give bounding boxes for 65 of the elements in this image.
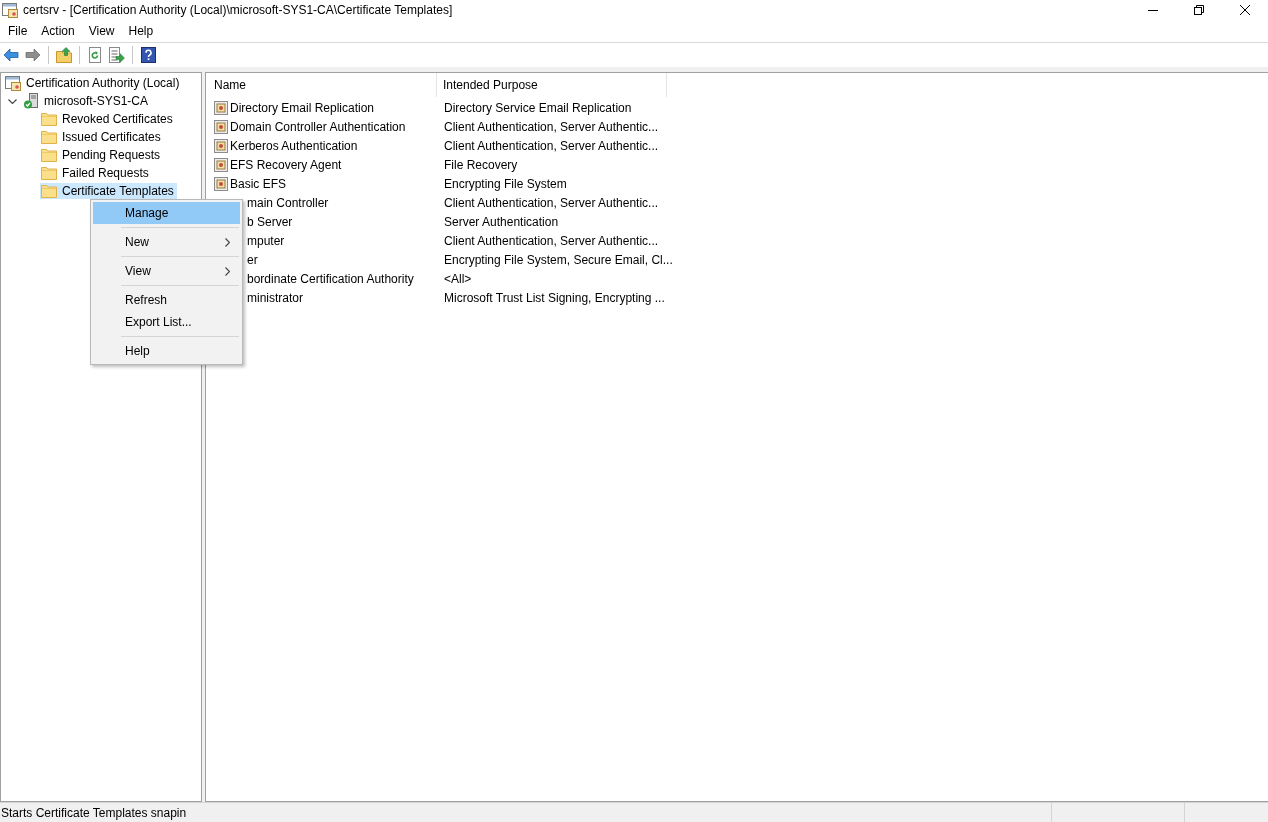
table-cell-text: File Recovery — [444, 156, 518, 174]
window-certificate-icon — [2, 2, 18, 18]
list-item[interactable]: Directory Email Replication — [214, 99, 375, 116]
help-icon — [140, 47, 156, 63]
folder-icon — [41, 111, 57, 127]
list-item[interactable]: er — [247, 251, 258, 268]
menu-item[interactable]: File — [1, 20, 35, 42]
refresh-icon — [87, 47, 103, 63]
status-text: Starts Certificate Templates snapin — [0, 804, 187, 822]
menu-item[interactable]: Action — [34, 20, 82, 42]
column-header[interactable]: Intended Purpose — [437, 73, 667, 97]
folder-icon — [41, 165, 57, 181]
folder-icon — [41, 129, 57, 145]
menu-item[interactable]: Export List... — [93, 311, 240, 333]
list-item[interactable]: main Controller — [247, 194, 329, 211]
folder-arrow-icon — [56, 47, 72, 63]
table-cell-text: Client Authentication, Server Authentic... — [444, 194, 659, 212]
menu-item[interactable]: View — [93, 260, 240, 282]
folder-icon — [41, 183, 57, 199]
window-title: certsrv - [Certification Authority (Local)\microsoft-SYS1-CA\Certificate Templates] — [23, 2, 453, 19]
tree-item[interactable]: Certification Authority (Local) — [4, 75, 183, 91]
certificate-icon — [214, 100, 228, 115]
menu-item[interactable]: Refresh — [93, 289, 240, 311]
menu-item[interactable]: View — [81, 20, 122, 42]
table-cell-text: Directory Service Email Replication — [444, 99, 632, 117]
table-cell-text: Encrypting File System, Secure Email, Cl... — [444, 251, 673, 269]
list-item[interactable]: bordinate Certification Authority — [247, 270, 414, 287]
list-item[interactable]: EFS Recovery Agent — [214, 156, 342, 173]
restore-icon — [1194, 5, 1204, 15]
console-certificate-icon — [5, 75, 21, 91]
list-item[interactable]: ministrator — [247, 289, 303, 306]
tree-item[interactable]: Revoked Certificates — [40, 111, 176, 127]
table-cell-text: Server Authentication — [444, 213, 559, 231]
list-item[interactable]: Basic EFS — [214, 175, 286, 192]
table-cell-text: Microsoft Trust List Signing, Encrypting ... — [444, 289, 665, 307]
list-item[interactable]: Domain Controller Authentication — [214, 118, 406, 135]
folder-icon — [41, 147, 57, 163]
menu-item[interactable]: New — [93, 231, 240, 253]
table-cell-text: <All> — [444, 270, 472, 288]
menu-item[interactable]: Help — [121, 20, 161, 42]
column-header[interactable]: Name — [206, 73, 437, 97]
tree-item[interactable]: Failed Requests — [40, 165, 152, 181]
up-button[interactable] — [53, 44, 75, 66]
menu-item[interactable]: Manage — [93, 202, 240, 224]
tree-item[interactable]: Certificate Templates — [40, 183, 177, 199]
menu-item[interactable]: Help — [93, 340, 240, 362]
certificate-icon — [214, 157, 228, 172]
list-item[interactable]: Kerberos Authentication — [214, 137, 358, 154]
certificate-icon — [214, 119, 228, 134]
tree-item[interactable]: microsoft-SYS1-CA — [22, 93, 152, 109]
tree-item[interactable]: Pending Requests — [40, 147, 164, 163]
minimize-icon — [1148, 9, 1158, 11]
tree-item[interactable]: Issued Certificates — [40, 129, 164, 145]
list-item[interactable]: b Server — [247, 213, 293, 230]
list-export-icon — [109, 47, 125, 63]
certificate-icon — [214, 176, 228, 191]
server-check-icon — [23, 93, 39, 109]
certificate-icon — [214, 138, 228, 153]
close-icon — [1240, 5, 1250, 15]
table-cell-text: Encrypting File System — [444, 175, 567, 193]
table-cell-text: Client Authentication, Server Authentic... — [444, 232, 659, 250]
table-cell-text: Client Authentication, Server Authentic... — [444, 118, 659, 136]
export-button[interactable] — [106, 44, 128, 66]
list-item[interactable]: mputer — [247, 232, 285, 249]
table-cell-text: Client Authentication, Server Authentic... — [444, 137, 659, 155]
